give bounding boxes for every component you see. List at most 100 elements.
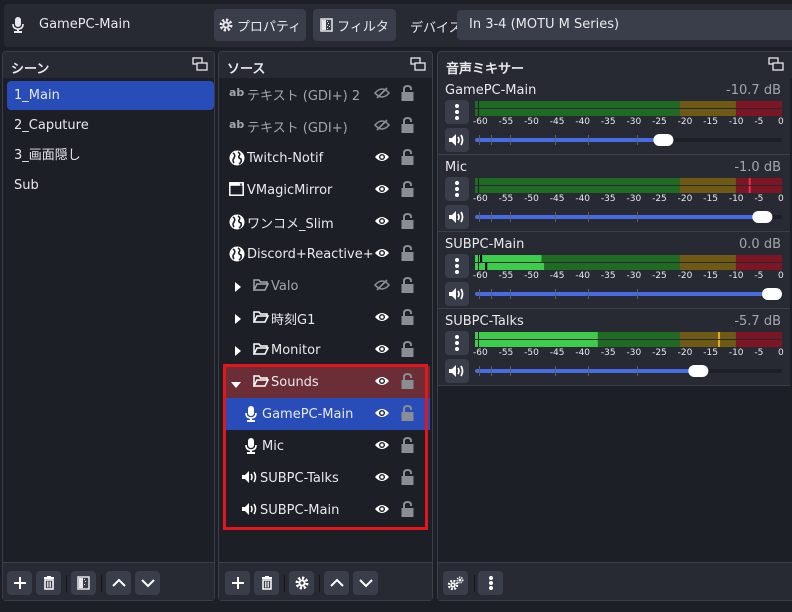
slider-handle[interactable]: [653, 134, 674, 146]
scene-item[interactable]: Sub: [7, 171, 214, 200]
add-source-button[interactable]: [225, 571, 250, 595]
channel-menu-button[interactable]: [445, 254, 469, 278]
mute-button[interactable]: [445, 128, 469, 152]
undock-icon[interactable]: [192, 57, 208, 71]
source-row[interactable]: ab テキスト (GDI+) 2: [223, 78, 430, 110]
volume-slider[interactable]: [475, 363, 782, 379]
source-row[interactable]: ab テキスト (GDI+): [223, 110, 430, 142]
eye-icon[interactable]: [374, 343, 390, 359]
mute-button[interactable]: [445, 282, 469, 306]
slider-tick: [555, 135, 556, 145]
eye-icon[interactable]: [374, 215, 390, 231]
unlock-icon[interactable]: [401, 340, 414, 361]
eye-icon[interactable]: [374, 183, 390, 199]
scene-item[interactable]: 2_Caputure: [7, 111, 214, 140]
scale-label: -20: [677, 117, 693, 127]
volume-slider[interactable]: [475, 132, 782, 148]
advanced-audio-properties-button[interactable]: [443, 571, 468, 595]
eye-slash-icon[interactable]: [373, 119, 391, 135]
unlock-icon[interactable]: [401, 276, 414, 297]
slider-tick: [479, 135, 480, 145]
properties-button[interactable]: プロパティ: [214, 9, 306, 41]
mute-button[interactable]: [445, 205, 469, 229]
meter-peak: [485, 263, 488, 270]
device-select[interactable]: In 3-4 (MOTU M Series): [457, 10, 792, 40]
scene-filters-button[interactable]: [71, 571, 96, 595]
source-properties-button[interactable]: [289, 571, 314, 595]
move-source-up-button[interactable]: [324, 571, 349, 595]
scale-label: -60: [473, 117, 488, 127]
source-label: Monitor: [271, 342, 321, 358]
remove-scene-button[interactable]: [36, 571, 61, 595]
scale-label: -10: [728, 117, 744, 127]
eye-icon[interactable]: [374, 247, 390, 263]
meter-scale: -60 -55 -50 -45 -40 -35 -30 -25 -20 -15 -10 -5 0: [473, 117, 785, 127]
scene-item[interactable]: 1_Main: [7, 81, 214, 110]
unlock-icon[interactable]: [401, 308, 414, 329]
slider-handle[interactable]: [688, 365, 709, 377]
mixer-menu-button[interactable]: [478, 571, 503, 595]
volume-slider[interactable]: [475, 209, 782, 225]
source-row[interactable]: VMagicMirror: [223, 174, 430, 206]
eye-icon[interactable]: [374, 311, 390, 327]
volume-slider[interactable]: [475, 286, 782, 302]
unlock-icon[interactable]: [401, 148, 414, 169]
channel-menu-button[interactable]: [445, 100, 469, 124]
source-toolbar: GamePC-Main プロパティ フィルタ デバイス In 3-4 (MOTU…: [0, 0, 792, 50]
scale-label: -45: [549, 117, 565, 127]
caret-right-icon[interactable]: [234, 345, 242, 360]
source-group-row[interactable]: Valo: [223, 270, 430, 302]
eye-slash-icon[interactable]: [373, 279, 391, 295]
meter-zone: [475, 109, 680, 116]
scale-label: -5: [754, 117, 764, 127]
source-row[interactable]: ワンコメ_Slim: [223, 206, 430, 238]
eye-slash-icon[interactable]: [373, 87, 391, 103]
source-row[interactable]: Discord+Reactive+-+C: [223, 238, 430, 270]
speaker-icon: [449, 365, 464, 377]
undock-icon[interactable]: [768, 57, 784, 71]
scene-label: 3_画面隠し: [14, 148, 81, 163]
volume-meter: [475, 255, 782, 270]
eye-icon[interactable]: [374, 151, 390, 167]
toolbar-separator: [284, 575, 285, 592]
highlight-annotation-box: [223, 364, 428, 530]
undock-icon[interactable]: [410, 57, 426, 71]
more-vertical-icon: [455, 104, 459, 120]
source-group-row[interactable]: 時刻G1: [223, 302, 430, 334]
move-scene-up-button[interactable]: [106, 571, 131, 595]
unlock-icon[interactable]: [401, 244, 414, 265]
channel-volume-db: -1.0 dB: [734, 160, 781, 175]
source-row[interactable]: Twitch-Notif: [223, 142, 430, 174]
toolbar-separator: [66, 575, 67, 592]
scale-label: -10: [728, 348, 744, 358]
slider-tick: [637, 135, 638, 145]
folder-icon: [252, 278, 270, 296]
unlock-icon[interactable]: [401, 180, 414, 201]
source-label: テキスト (GDI+): [247, 120, 348, 136]
plus-icon: [231, 577, 244, 589]
move-source-down-button[interactable]: [353, 571, 378, 595]
channel-name: Mic: [445, 160, 467, 175]
slider-handle[interactable]: [762, 288, 782, 300]
source-group-row[interactable]: Monitor: [223, 334, 430, 366]
unlock-icon[interactable]: [401, 212, 414, 233]
unlock-icon[interactable]: [401, 84, 414, 105]
slider-handle[interactable]: [752, 211, 773, 223]
channel-menu-button[interactable]: [445, 177, 469, 201]
move-scene-down-button[interactable]: [135, 571, 160, 595]
scene-item[interactable]: 3_画面隠し: [7, 141, 214, 170]
remove-source-button[interactable]: [254, 571, 279, 595]
filters-button[interactable]: フィルタ: [313, 9, 396, 41]
mixer-channel: SUBPC-Talks -5.7 dB -60 -55 -50 -45 -40 -35 -30-…: [438, 309, 790, 386]
scale-label: -45: [549, 348, 565, 358]
channel-menu-button[interactable]: [445, 331, 469, 355]
mute-button[interactable]: [445, 359, 469, 383]
unlock-icon[interactable]: [401, 116, 414, 137]
caret-right-icon[interactable]: [234, 313, 242, 328]
scale-label: -5: [754, 194, 764, 204]
add-scene-button[interactable]: [7, 571, 32, 595]
meter-zone: [735, 332, 782, 339]
channel-name: SUBPC-Main: [445, 237, 525, 252]
more-vertical-icon: [488, 576, 493, 590]
caret-right-icon[interactable]: [234, 281, 242, 296]
